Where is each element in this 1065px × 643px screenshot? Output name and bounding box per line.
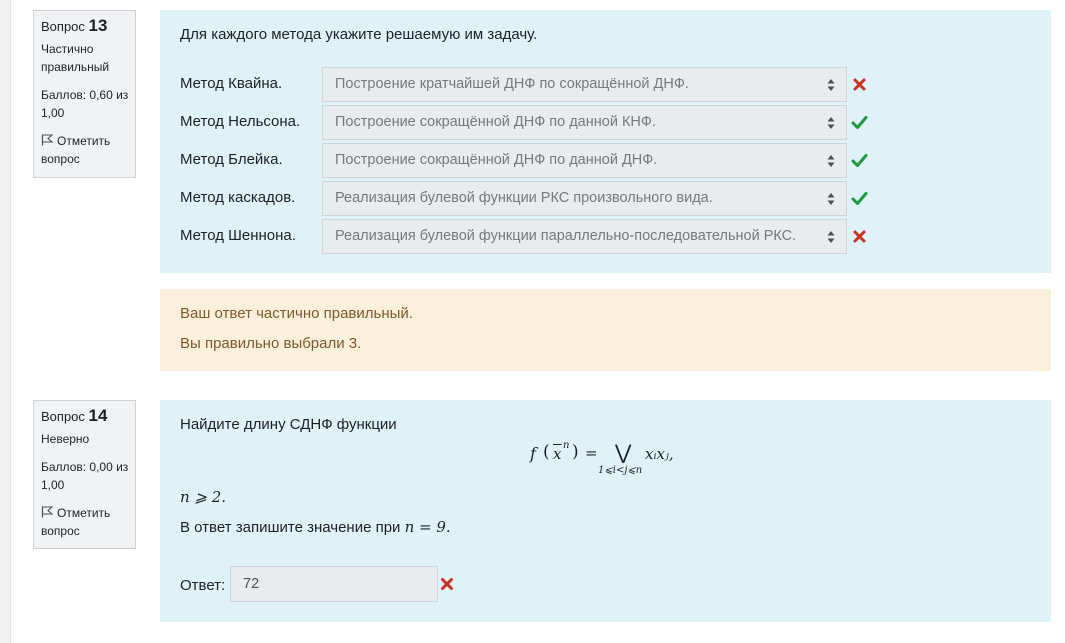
question-14-formulation: Найдите длину СДНФ функции f ( x n ) = ⋁… bbox=[160, 400, 1051, 622]
match-row: Метод Блейка. Построение сокращённой ДНФ … bbox=[160, 143, 1051, 179]
incorrect-icon bbox=[853, 230, 866, 243]
formula-f: f bbox=[530, 444, 536, 463]
formula-paren-close: ) bbox=[572, 442, 579, 462]
match-label: Метод каскадов. bbox=[180, 189, 296, 206]
match-select-value: Реализация булевой функции параллельно-п… bbox=[335, 228, 797, 244]
select-arrows-icon bbox=[827, 193, 835, 205]
match-select-value: Построение сокращённой ДНФ по данной КНФ… bbox=[335, 114, 656, 130]
feedback-text-count: Вы правильно выбрали 3. bbox=[180, 335, 362, 352]
incorrect-icon bbox=[853, 78, 866, 91]
match-select-value: Построение кратчайшей ДНФ по сокращённой… bbox=[335, 76, 689, 92]
match-row: Метод Квайна. Построение кратчайшей ДНФ п… bbox=[160, 67, 1051, 103]
question-number: Вопрос 13 bbox=[41, 16, 108, 35]
question-text: Для каждого метода укажите решаемую им з… bbox=[180, 26, 538, 43]
match-row: Метод Нельсона. Построение сокращённой ДН… bbox=[160, 105, 1051, 141]
question-13-formulation: Для каждого метода укажите решаемую им з… bbox=[160, 10, 1051, 273]
incorrect-icon bbox=[441, 578, 453, 590]
question-grade: Баллов: 0,60 из 1,00 bbox=[41, 88, 129, 120]
question-grade: Баллов: 0,00 из 1,00 bbox=[41, 460, 129, 492]
match-select[interactable]: Реализация булевой функции параллельно-п… bbox=[322, 219, 847, 254]
answer-label: Ответ: bbox=[180, 577, 226, 594]
formula-disjunction: ⋁ bbox=[615, 440, 632, 464]
select-arrows-icon bbox=[827, 117, 835, 129]
question-14-info: Вопрос 14 Неверно Баллов: 0,00 из 1,00 О… bbox=[33, 400, 136, 549]
question-number: Вопрос 14 bbox=[41, 406, 108, 425]
match-select-value: Реализация булевой функции РКС произволь… bbox=[335, 190, 713, 206]
formula: f ( x n ) = ⋁ 1⩽i<j⩽n xᵢxⱼ, bbox=[530, 438, 700, 483]
match-label: Метод Квайна. bbox=[180, 75, 283, 92]
match-select[interactable]: Построение сокращённой ДНФ по данной КНФ… bbox=[322, 105, 847, 140]
match-select[interactable]: Построение сокращённой ДНФ по данной ДНФ… bbox=[322, 143, 847, 178]
answer-input[interactable]: 72 bbox=[230, 566, 438, 602]
question-text: Найдите длину СДНФ функции bbox=[180, 416, 397, 433]
formula-var: x bbox=[553, 445, 562, 463]
formula-equals: = bbox=[585, 444, 598, 462]
select-arrows-icon bbox=[827, 231, 835, 243]
formula-paren-open: ( bbox=[543, 442, 550, 462]
match-label: Метод Блейка. bbox=[180, 151, 283, 168]
select-arrows-icon bbox=[827, 79, 835, 91]
question-13-info: Вопрос 13 Частично правильный Баллов: 0,… bbox=[33, 10, 136, 178]
flag-question-link[interactable]: Отметить вопрос bbox=[41, 504, 129, 540]
correct-check-icon bbox=[851, 154, 868, 167]
question-state: Частично правильный bbox=[41, 42, 110, 74]
correct-check-icon bbox=[851, 116, 868, 129]
formula-term: xᵢxⱼ, bbox=[645, 445, 674, 463]
question-state: Неверно bbox=[41, 432, 90, 446]
flag-question-link[interactable]: Отметить вопрос bbox=[41, 132, 129, 168]
formula-subscript: 1⩽i<j⩽n bbox=[598, 465, 643, 476]
match-row: Метод Шеннона. Реализация булевой функции… bbox=[160, 219, 1051, 255]
flag-icon bbox=[41, 506, 53, 518]
condition: n ⩾ 2. bbox=[180, 488, 227, 506]
feedback-text-partial: Ваш ответ частично правильный. bbox=[180, 305, 413, 322]
correct-check-icon bbox=[851, 192, 868, 205]
match-label: Метод Шеннона. bbox=[180, 227, 296, 244]
match-row: Метод каскадов. Реализация булевой функци… bbox=[160, 181, 1051, 217]
match-select-value: Построение сокращённой ДНФ по данной ДНФ… bbox=[335, 152, 658, 168]
instruction: В ответ запишите значение при n = 9. bbox=[180, 518, 451, 536]
question-13-feedback: Ваш ответ частично правильный. Вы правил… bbox=[160, 289, 1051, 371]
match-label: Метод Нельсона. bbox=[180, 113, 301, 130]
match-select[interactable]: Построение кратчайшей ДНФ по сокращённой… bbox=[322, 67, 847, 102]
instruction-math: n = 9. bbox=[404, 518, 451, 536]
flag-icon bbox=[41, 134, 53, 146]
formula-superscript: n bbox=[563, 440, 570, 451]
match-select[interactable]: Реализация булевой функции РКС произволь… bbox=[322, 181, 847, 216]
select-arrows-icon bbox=[827, 155, 835, 167]
left-edge-strip bbox=[0, 0, 11, 643]
instruction-text: В ответ запишите значение при bbox=[180, 519, 401, 536]
